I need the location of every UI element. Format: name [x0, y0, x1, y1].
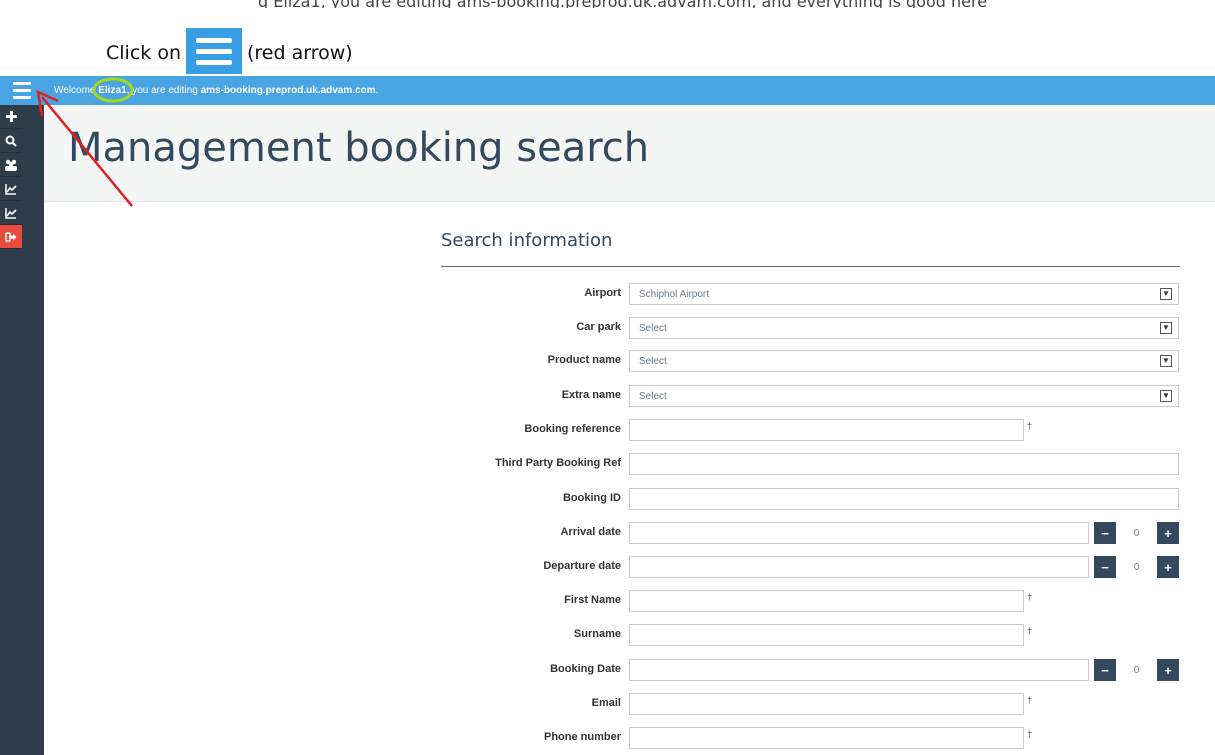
welcome-message: Welcome Eliza1, you are editing ams-book…	[54, 85, 378, 96]
email-label: Email	[591, 697, 621, 709]
arrival-date-label: Arrival date	[560, 526, 621, 538]
product-name-select[interactable]: Select ▼	[629, 350, 1179, 372]
editing-text: , you are editing	[126, 85, 198, 96]
add-icon[interactable]	[0, 105, 22, 129]
surname-input[interactable]	[629, 624, 1024, 646]
welcome-prefix: Welcome	[54, 85, 96, 96]
car-park-row: Car park Select ▼	[441, 317, 1180, 339]
first-name-input[interactable]	[629, 590, 1024, 612]
product-name-label: Product name	[547, 354, 621, 366]
departure-date-input[interactable]	[629, 556, 1089, 578]
chevron-down-icon: ▼	[1160, 322, 1172, 334]
chart-icon-2[interactable]	[0, 201, 22, 225]
car-park-select[interactable]: Select ▼	[629, 317, 1179, 339]
dagger-marker: †	[1027, 626, 1033, 636]
booking-reference-row: Booking reference †	[441, 419, 1180, 441]
site-name: ams-booking.preprod.uk.advam.com	[200, 85, 376, 96]
booking-date-input[interactable]	[629, 659, 1089, 681]
period: .	[375, 85, 379, 96]
booking-offset-value: 0	[1133, 664, 1140, 676]
booking-reference-label: Booking reference	[524, 423, 621, 435]
dagger-marker: †	[1027, 729, 1033, 739]
extra-name-select[interactable]: Select ▼	[629, 385, 1179, 407]
plus-button[interactable]: +	[1157, 556, 1179, 578]
instruction-area: g Eliza1, you are editing ams-booking.pr…	[0, 0, 1215, 76]
email-input[interactable]	[629, 693, 1024, 715]
arrival-offset-value: 0	[1133, 527, 1140, 539]
chevron-down-icon: ▼	[1160, 288, 1172, 300]
booking-id-label: Booking ID	[562, 492, 621, 504]
third-party-ref-input[interactable]	[629, 453, 1179, 475]
extra-name-value: Select	[639, 391, 667, 402]
car-park-label: Car park	[576, 321, 621, 333]
product-name-row: Product name Select ▼	[441, 350, 1180, 372]
users-icon[interactable]	[0, 153, 22, 177]
arrival-date-row: Arrival date − 0 +	[441, 522, 1180, 544]
search-icon[interactable]	[0, 129, 28, 153]
airport-row: Airport Schiphol Airport ▼	[441, 283, 1180, 305]
airport-value: Schiphol Airport	[639, 289, 710, 300]
chart-icon[interactable]	[0, 177, 22, 201]
instruction-line: Click on (red arrow)	[106, 28, 353, 76]
section-title: Search information	[441, 230, 613, 251]
car-park-value: Select	[639, 323, 667, 334]
dagger-marker: †	[1027, 695, 1033, 705]
logout-icon[interactable]	[0, 225, 22, 249]
arrival-date-input[interactable]	[629, 522, 1089, 544]
top-bar: Welcome Eliza1, you are editing ams-book…	[0, 76, 1215, 105]
product-name-value: Select	[639, 356, 667, 367]
phone-row: Phone number †	[441, 727, 1180, 749]
departure-date-row: Departure date − 0 +	[441, 556, 1180, 578]
departure-date-label: Departure date	[543, 560, 621, 572]
third-party-ref-row: Third Party Booking Ref	[441, 453, 1180, 475]
plus-button[interactable]: +	[1157, 522, 1179, 544]
third-party-ref-label: Third Party Booking Ref	[495, 457, 621, 469]
airport-label: Airport	[584, 287, 621, 299]
instruction-red-arrow-note: (red arrow)	[246, 42, 353, 64]
chevron-down-icon: ▼	[1160, 355, 1172, 367]
departure-offset-value: 0	[1133, 561, 1140, 573]
phone-label: Phone number	[543, 731, 621, 743]
arrival-date-stepper: − 0 +	[1094, 522, 1179, 544]
email-row: Email †	[441, 693, 1180, 715]
username: Eliza1	[98, 85, 127, 96]
menu-icon-illustration	[185, 28, 242, 74]
section-divider	[441, 266, 1180, 267]
surname-label: Surname	[573, 628, 621, 640]
plus-button[interactable]: +	[1157, 659, 1179, 681]
booking-date-row: Booking Date − 0 +	[441, 659, 1180, 681]
booking-date-label: Booking Date	[550, 663, 621, 675]
first-name-row: First Name †	[441, 590, 1180, 612]
extra-name-label: Extra name	[561, 389, 621, 401]
booking-id-input[interactable]	[629, 488, 1179, 510]
minus-button[interactable]: −	[1094, 556, 1116, 578]
dagger-marker: †	[1027, 421, 1033, 431]
surname-row: Surname †	[441, 624, 1180, 646]
sidebar	[0, 105, 44, 755]
chevron-down-icon: ▼	[1160, 390, 1172, 402]
extra-name-row: Extra name Select ▼	[441, 385, 1180, 407]
cut-off-text: g Eliza1, you are editing ams-booking.pr…	[258, 0, 987, 8]
hamburger-menu-icon[interactable]	[0, 76, 44, 105]
page-header: Management booking search	[44, 105, 1215, 202]
page-title: Management booking search	[68, 125, 650, 171]
phone-input[interactable]	[629, 727, 1024, 749]
departure-date-stepper: − 0 +	[1094, 556, 1179, 578]
booking-date-stepper: − 0 +	[1094, 659, 1179, 681]
minus-button[interactable]: −	[1094, 522, 1116, 544]
instruction-click-on: Click on	[106, 42, 181, 64]
minus-button[interactable]: −	[1094, 659, 1116, 681]
dagger-marker: †	[1027, 592, 1033, 602]
booking-id-row: Booking ID	[441, 488, 1180, 510]
booking-reference-input[interactable]	[629, 419, 1024, 441]
airport-select[interactable]: Schiphol Airport ▼	[629, 283, 1179, 305]
first-name-label: First Name	[564, 594, 621, 606]
